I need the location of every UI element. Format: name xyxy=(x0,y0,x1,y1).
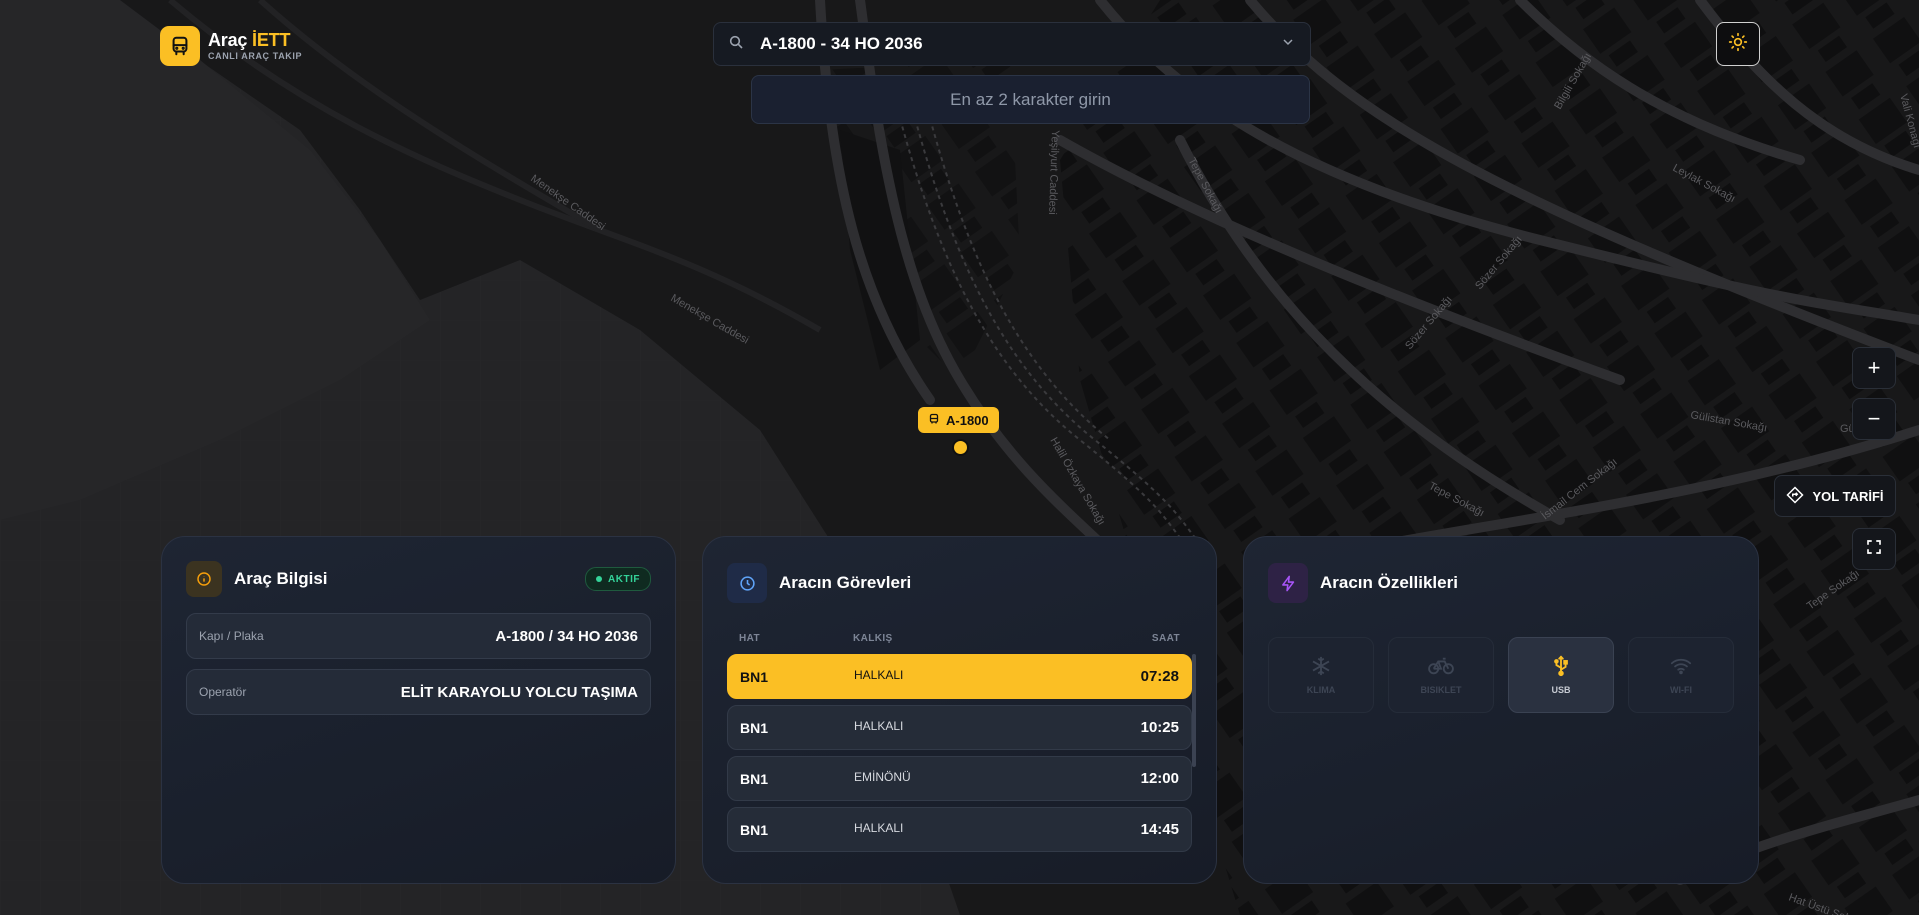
vehicle-marker[interactable] xyxy=(952,439,969,456)
task-line: BN1 xyxy=(740,770,769,787)
task-time: 10:25 xyxy=(1140,719,1179,736)
usb-icon xyxy=(1550,655,1572,679)
route-button[interactable]: YOL TARİFİ xyxy=(1774,475,1896,517)
wifi-icon xyxy=(1669,655,1693,679)
bicycle-icon xyxy=(1428,655,1454,679)
chevron-down-icon[interactable] xyxy=(1280,34,1296,55)
tasks-list[interactable]: BN1 HALKALI 07:28 BN1 HALKALI 10:25 BN1 … xyxy=(727,654,1196,852)
info-key: Operatör xyxy=(199,685,247,699)
vehicle-tasks-panel: Aracın Görevleri HAT KALKIŞ SAAT BN1 HAL… xyxy=(702,536,1217,884)
features-grid: KLIMA BISIKLET USB WI-FI xyxy=(1268,637,1734,713)
vehicle-search[interactable] xyxy=(713,22,1311,66)
fullscreen-button[interactable] xyxy=(1852,528,1896,570)
feature-wifi: WI-FI xyxy=(1628,637,1734,713)
info-value: A-1800 / 34 HO 2036 xyxy=(495,627,638,645)
task-line: BN1 xyxy=(740,668,769,685)
clock-icon xyxy=(727,563,767,603)
feature-label: USB xyxy=(1551,685,1571,695)
app-logo[interactable]: Araç İETT CANLI ARAÇ TAKIP xyxy=(160,26,302,66)
task-departure: HALKALI xyxy=(854,667,904,682)
feature-label: WI-FI xyxy=(1670,685,1692,695)
status-label: AKTIF xyxy=(608,573,640,585)
app-subtitle: CANLI ARAÇ TAKIP xyxy=(208,51,303,61)
bus-icon xyxy=(160,26,200,66)
fullscreen-icon xyxy=(1865,536,1883,562)
feature-label: KLIMA xyxy=(1306,685,1336,695)
vehicle-marker-label[interactable]: A-1800 xyxy=(918,407,999,433)
panel-title: Aracın Özellikleri xyxy=(1320,573,1458,592)
column-header: SAAT xyxy=(1151,633,1180,644)
column-header: HAT xyxy=(739,633,761,644)
feature-ac: KLIMA xyxy=(1268,637,1374,713)
task-time: 07:28 xyxy=(1140,668,1179,685)
column-header: KALKIŞ xyxy=(853,633,893,644)
table-row[interactable]: BN1 HALKALI 10:25 xyxy=(727,705,1192,750)
snowflake-icon xyxy=(1310,655,1332,679)
info-icon xyxy=(186,561,222,597)
search-input[interactable] xyxy=(758,33,1280,55)
task-departure: HALKALI xyxy=(854,718,904,733)
tasks-scrollbar[interactable] xyxy=(1192,654,1196,767)
vehicle-id: A-1800 xyxy=(946,412,989,428)
table-row[interactable]: BN1 EMİNÖNÜ 12:00 xyxy=(727,756,1192,801)
info-row-plate: Kapı / Plaka A-1800 / 34 HO 2036 xyxy=(186,613,651,659)
plus-icon: + xyxy=(1867,355,1881,380)
info-key: Kapı / Plaka xyxy=(199,629,264,643)
feature-label: BISIKLET xyxy=(1420,685,1462,695)
vehicle-info-panel: Araç Bilgisi AKTIF Kapı / Plaka A-1800 /… xyxy=(161,536,676,884)
task-time: 14:45 xyxy=(1140,821,1179,838)
tasks-table-header: HAT KALKIŞ SAAT xyxy=(727,633,1192,644)
zoom-in-button[interactable]: + xyxy=(1852,347,1896,389)
task-time: 12:00 xyxy=(1140,770,1179,787)
lightning-icon xyxy=(1268,563,1308,603)
sun-icon xyxy=(1728,32,1748,57)
info-value: ELİT KARAYOLU YOLCU TAŞIMA xyxy=(400,683,638,701)
app-title: Araç İETT xyxy=(208,30,291,50)
vehicle-features-panel: Aracın Özellikleri KLIMA BISIKLET USB WI… xyxy=(1243,536,1759,884)
bus-icon xyxy=(928,413,940,428)
route-button-label: YOL TARİFİ xyxy=(1812,488,1884,504)
info-row-operator: Operatör ELİT KARAYOLU YOLCU TAŞIMA xyxy=(186,669,651,715)
feature-usb: USB xyxy=(1508,637,1614,713)
status-badge: AKTIF xyxy=(585,567,651,591)
panel-title: Aracın Görevleri xyxy=(779,573,912,592)
feature-bicycle: BISIKLET xyxy=(1388,637,1494,713)
task-departure: EMİNÖNÜ xyxy=(854,769,911,784)
panel-title: Araç Bilgisi xyxy=(234,569,328,588)
table-row[interactable]: BN1 HALKALI 07:28 xyxy=(727,654,1192,699)
directions-icon xyxy=(1786,485,1805,507)
task-line: BN1 xyxy=(740,821,769,838)
status-dot-icon xyxy=(596,576,603,582)
task-departure: HALKALI xyxy=(854,820,904,835)
zoom-out-button[interactable]: − xyxy=(1852,398,1896,440)
search-hint: En az 2 karakter girin xyxy=(751,75,1310,124)
theme-toggle-button[interactable] xyxy=(1716,22,1760,66)
search-icon xyxy=(728,34,744,55)
task-line: BN1 xyxy=(740,719,769,736)
minus-icon: − xyxy=(1867,406,1881,431)
table-row[interactable]: BN1 HALKALI 14:45 xyxy=(727,807,1192,852)
